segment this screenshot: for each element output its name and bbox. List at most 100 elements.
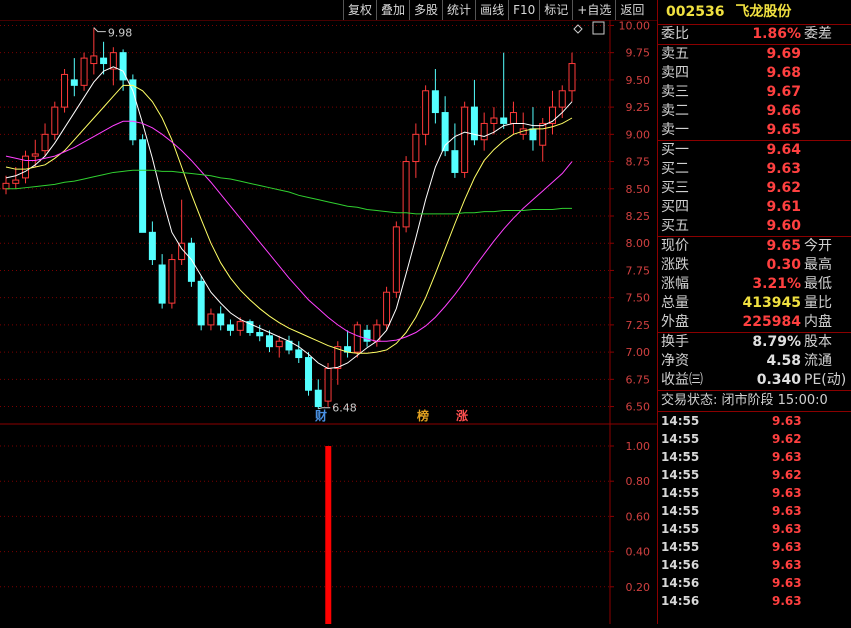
sells-row: 卖二 9.66: [658, 102, 851, 121]
y-tick-label: 7.75: [626, 264, 651, 277]
buys-row: 买五 9.60: [658, 217, 851, 236]
quote-label: 外盘: [661, 314, 689, 330]
fund-row: 收益㈢ 0.340 PE(动): [658, 371, 851, 390]
quote-row: 外盘 225984 内盘: [658, 313, 851, 332]
tick-price: 9.62: [772, 468, 802, 482]
buys-row: 买一 9.64: [658, 141, 851, 160]
toolbar-button[interactable]: 返回: [615, 0, 648, 20]
fund-value: 4.58: [766, 353, 801, 369]
fund-label2: 流通: [804, 353, 832, 369]
stock-title[interactable]: 002536 飞龙股份: [658, 0, 851, 25]
tick-price: 9.63: [772, 522, 802, 536]
tick-price: 9.63: [772, 450, 802, 464]
toolbar-button[interactable]: 复权: [343, 0, 376, 20]
toolbar-button[interactable]: 叠加: [376, 0, 409, 20]
toolbar-button[interactable]: 多股: [409, 0, 442, 20]
indicator-tick-label: 0.60: [626, 510, 651, 523]
toolbar-button[interactable]: 标记: [539, 0, 572, 20]
candle-up: [539, 122, 547, 146]
buys-row: 买三 9.62: [658, 179, 851, 198]
tick-row: 14:56 9.63: [658, 574, 851, 592]
candle-up: [80, 57, 88, 86]
candle-down: [70, 79, 78, 86]
sell-orders: 卖五 9.69 卖四 9.68 卖三 9.67 卖二 9.66 卖一 9.65: [658, 45, 851, 141]
candle-up: [392, 226, 400, 293]
toolbar-button[interactable]: 统计: [442, 0, 475, 20]
indicator-bar: [325, 446, 332, 624]
sells-row: 卖一 9.65: [658, 121, 851, 140]
tick-price: 9.63: [772, 486, 802, 500]
buys-row: 买二 9.63: [658, 160, 851, 179]
candle-up: [558, 90, 566, 108]
sells-row: 卖四 9.68: [658, 64, 851, 83]
fundamentals: 换手 8.79% 股本净资 4.58 流通 收益㈢ 0.340 PE(动): [658, 333, 851, 391]
tick-time: 14:55: [661, 540, 700, 554]
sells-label: 卖三: [661, 84, 689, 100]
candle-up: [22, 155, 30, 179]
quote-label: 涨幅: [661, 276, 689, 292]
candle-down: [100, 57, 108, 65]
quote-label2: 量比: [804, 295, 832, 311]
quote-label2: 内盘: [804, 314, 832, 330]
tick-row: 14:55 9.62: [658, 430, 851, 448]
tick-row: 14:55 9.63: [658, 502, 851, 520]
diamond-icon: [573, 24, 583, 34]
quote-row: 总量 413945 量比: [658, 294, 851, 313]
tick-row: 14:55 9.63: [658, 520, 851, 538]
y-tick-label: 7.50: [626, 292, 651, 305]
tick-price: 9.63: [772, 576, 802, 590]
candle-up: [41, 133, 49, 152]
high-label: 9.98: [108, 27, 132, 40]
candle-up: [51, 106, 59, 135]
quote-value: 0.30: [766, 257, 801, 273]
ma5-line: [5, 66, 573, 369]
tick-time: 14:55: [661, 468, 700, 482]
candle-down: [295, 349, 303, 359]
quote-row: 现价 9.65 今开: [658, 237, 851, 256]
tick-row: 14:56 9.63: [658, 556, 851, 574]
y-tick-label: 7.00: [626, 346, 651, 359]
trade-status: 交易状态: 闭市阶段 15:00:0: [658, 391, 851, 412]
order-diff-label: 委差: [804, 26, 832, 42]
quote-panel: 002536 飞龙股份 委比 1.86% 委差 卖五 9.69 卖四 9.68 卖三 9.…: [657, 0, 851, 624]
tick-list[interactable]: 14:55 9.63 14:55 9.62 14:55 9.63 14:55 9.62 14:5…: [658, 412, 851, 610]
chart-area[interactable]: 10.00 9.75 9.50 9.25 9.00 8.75 8.50 8.25 8.00 7.7…: [0, 19, 657, 624]
candle-up: [422, 90, 430, 135]
y-tick-label: 9.00: [626, 128, 651, 141]
tick-time: 14:56: [661, 576, 700, 590]
tick-time: 14:55: [661, 414, 700, 428]
sells-value: 9.67: [766, 84, 801, 100]
tick-price: 9.63: [772, 594, 802, 608]
tick-time: 14:55: [661, 486, 700, 500]
fund-label: 收益㈢: [661, 372, 703, 388]
candle-down: [148, 231, 156, 261]
toolbar-button[interactable]: +自选: [572, 0, 615, 20]
quote-label: 现价: [661, 238, 689, 254]
kline-chart[interactable]: 10.00 9.75 9.50 9.25 9.00 8.75 8.50 8.25 8.00 7.7…: [0, 19, 657, 624]
toolbar-button[interactable]: F10: [508, 0, 539, 20]
ma20-line: [5, 120, 573, 342]
tick-price: 9.63: [772, 540, 802, 554]
buys-label: 买四: [661, 199, 689, 215]
fund-label: 换手: [661, 334, 689, 350]
toolbar-button[interactable]: 画线: [475, 0, 508, 20]
event-marker: 财: [314, 408, 327, 423]
tick-row: 14:55 9.63: [658, 448, 851, 466]
buys-value: 9.61: [766, 199, 801, 215]
quote-label2: 今开: [804, 238, 832, 254]
candle-down: [226, 324, 234, 331]
fund-row: 换手 8.79% 股本: [658, 333, 851, 352]
candle-down: [217, 313, 225, 326]
sells-label: 卖四: [661, 65, 689, 81]
tick-row: 14:55 9.63: [658, 538, 851, 556]
fund-value: 8.79%: [752, 334, 801, 350]
y-tick-label: 8.25: [626, 210, 651, 223]
candle-up: [383, 291, 391, 326]
candle-up: [236, 321, 244, 331]
quote-value: 3.21%: [752, 276, 801, 292]
buys-row: 买四 9.61: [658, 198, 851, 217]
fund-row: 净资 4.58 流通: [658, 352, 851, 371]
candle-down: [129, 79, 137, 141]
tick-price: 9.63: [772, 504, 802, 518]
fund-label2: 股本: [804, 334, 832, 350]
